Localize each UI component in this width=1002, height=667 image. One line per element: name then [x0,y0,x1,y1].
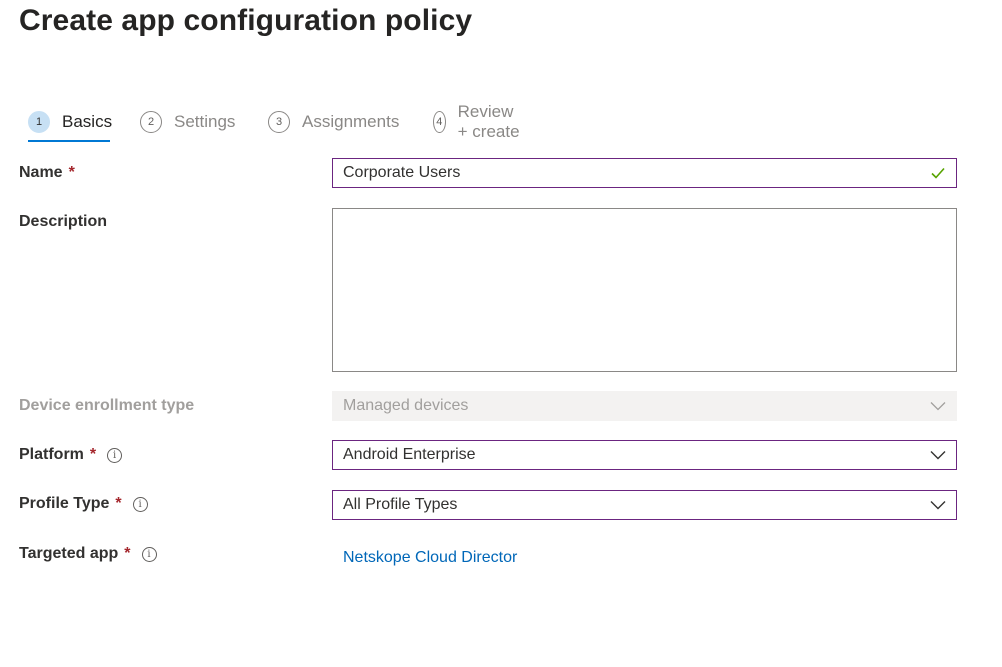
profile-type-value: All Profile Types [343,496,458,513]
required-marker: * [124,545,131,562]
targeted-app-label: Targeted app * i [19,545,157,563]
step-label: Review + create [457,102,520,141]
enrollment-type-label-text: Device enrollment type [19,397,195,414]
name-input-value: Corporate Users [343,164,461,181]
targeted-app-label-text: Targeted app [19,545,119,562]
platform-label-text: Platform [19,446,84,463]
platform-select[interactable]: Android Enterprise [332,440,957,470]
page-title: Create app configuration policy [19,4,473,37]
profile-type-label: Profile Type * i [19,495,148,513]
enrollment-type-label: Device enrollment type [19,397,194,415]
name-label: Name * [19,164,75,182]
description-label: Description [19,213,107,231]
step-number: 4 [433,111,446,133]
chevron-down-icon [930,501,946,510]
enrollment-type-value: Managed devices [343,397,469,414]
step-label: Assignments [302,112,400,131]
required-marker: * [115,495,122,512]
required-marker: * [89,446,97,463]
description-textarea[interactable] [332,208,957,372]
targeted-app-link[interactable]: Netskope Cloud Director [343,549,517,567]
platform-label: Platform * i [19,446,123,464]
step-number: 1 [28,111,50,133]
tab-review-create[interactable]: 4 Review + create [433,102,523,141]
platform-value: Android Enterprise [343,446,476,463]
active-step-indicator [28,140,110,142]
info-icon[interactable]: i [132,496,148,512]
chevron-down-icon [930,451,946,460]
name-label-text: Name [19,164,63,181]
step-label: Settings [174,112,236,131]
step-number: 3 [268,111,290,133]
description-label-text: Description [19,213,108,230]
checkmark-icon [931,167,945,179]
profile-type-select[interactable]: All Profile Types [332,490,957,520]
tab-settings[interactable]: 2 Settings [140,108,235,136]
chevron-down-icon [930,402,946,411]
tab-basics[interactable]: 1 Basics [28,108,113,142]
step-label: Basics [62,112,113,131]
info-icon[interactable]: i [107,447,123,463]
enrollment-type-select: Managed devices [332,391,957,421]
profile-type-label-text: Profile Type [19,495,110,512]
step-number: 2 [140,111,162,133]
info-icon[interactable]: i [141,546,157,562]
name-input[interactable]: Corporate Users [332,158,957,188]
tab-assignments[interactable]: 3 Assignments [268,108,399,136]
required-marker: * [68,164,75,181]
